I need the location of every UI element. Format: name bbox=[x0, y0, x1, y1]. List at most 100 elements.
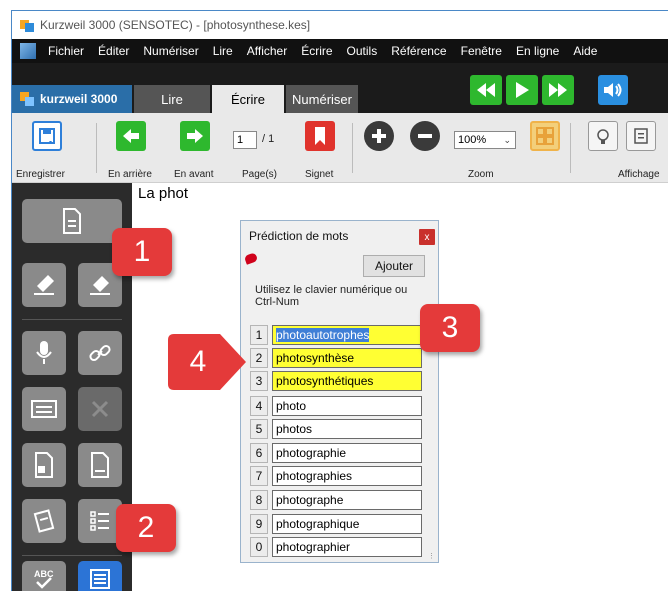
microphone-button[interactable] bbox=[22, 331, 66, 375]
prediction-row[interactable]: 8 photographe bbox=[250, 490, 422, 510]
prediction-row[interactable]: 9 photographique bbox=[250, 514, 422, 534]
prediction-word[interactable]: photographique bbox=[272, 514, 422, 534]
highlighter-button[interactable] bbox=[22, 263, 66, 307]
prediction-row[interactable]: 7 photographies bbox=[250, 466, 422, 486]
bookmark-icon bbox=[315, 127, 325, 145]
highlighter-icon bbox=[34, 275, 54, 295]
play-button[interactable] bbox=[506, 75, 538, 105]
document-text[interactable]: La phot bbox=[138, 185, 188, 202]
tab-ecrire[interactable]: Écrire bbox=[212, 85, 284, 113]
prediction-word[interactable]: photographe bbox=[272, 490, 422, 510]
prediction-number[interactable]: 9 bbox=[250, 514, 268, 534]
menu-lire[interactable]: Lire bbox=[213, 44, 233, 58]
close-button[interactable]: x bbox=[419, 229, 435, 245]
add-button[interactable]: Ajouter bbox=[363, 255, 425, 277]
word-prediction-icon bbox=[90, 569, 110, 589]
speech-bubble-icon[interactable] bbox=[243, 252, 259, 265]
word-prediction-button[interactable] bbox=[78, 561, 122, 591]
arrow-right-icon bbox=[187, 129, 203, 143]
speaker-icon bbox=[604, 83, 622, 97]
prediction-word[interactable]: photographie bbox=[272, 443, 422, 463]
prediction-word[interactable]: photosynthèse bbox=[272, 348, 422, 368]
prediction-word[interactable]: photoautotrophes bbox=[272, 325, 422, 345]
prediction-number[interactable]: 7 bbox=[250, 466, 268, 486]
page-total: / 1 bbox=[262, 133, 275, 145]
prediction-row[interactable]: 3 photosynthétiques bbox=[250, 371, 422, 391]
menu-fichier[interactable]: Fichier bbox=[48, 44, 84, 58]
forward-button[interactable] bbox=[180, 121, 210, 151]
blank-document-button[interactable] bbox=[78, 443, 122, 487]
zoom-out-button[interactable] bbox=[410, 121, 440, 151]
prediction-word[interactable]: photo bbox=[272, 396, 422, 416]
bookmark-button[interactable] bbox=[305, 121, 335, 151]
zoom-select[interactable]: 100% ⌄ bbox=[454, 131, 516, 149]
display-button[interactable] bbox=[626, 121, 656, 151]
prediction-number[interactable]: 6 bbox=[250, 443, 268, 463]
prediction-row[interactable]: 0 photographier bbox=[250, 537, 422, 557]
menu-aide[interactable]: Aide bbox=[573, 44, 597, 58]
bookmark-label: Signet bbox=[305, 169, 334, 180]
prediction-number[interactable]: 1 bbox=[250, 325, 268, 345]
lightbulb-icon bbox=[597, 129, 609, 144]
link-button[interactable] bbox=[78, 331, 122, 375]
prediction-word[interactable]: photographies bbox=[272, 466, 422, 486]
zoom-in-button[interactable] bbox=[364, 121, 394, 151]
tab-lire[interactable]: Lire bbox=[134, 85, 210, 113]
document-convert-button[interactable] bbox=[22, 443, 66, 487]
rewind-icon bbox=[477, 83, 495, 97]
document-icon bbox=[63, 208, 81, 234]
menu-ecrire[interactable]: Écrire bbox=[301, 44, 332, 58]
prediction-number[interactable]: 4 bbox=[250, 396, 268, 416]
forward-label: En avant bbox=[174, 169, 214, 180]
prediction-row[interactable]: 5 photos bbox=[250, 419, 422, 439]
keyboard-button[interactable] bbox=[22, 387, 66, 431]
kurzweil-app-icon bbox=[20, 18, 34, 32]
save-button[interactable] bbox=[32, 121, 62, 151]
prediction-word[interactable]: photosynthétiques bbox=[272, 371, 422, 391]
document-icon[interactable] bbox=[20, 43, 36, 59]
menu-outils[interactable]: Outils bbox=[347, 44, 378, 58]
link-icon bbox=[89, 344, 111, 362]
callout-2: 2 bbox=[116, 504, 176, 552]
display-icon bbox=[634, 128, 648, 144]
delete-button[interactable] bbox=[78, 387, 122, 431]
prediction-number[interactable]: 2 bbox=[250, 348, 268, 368]
menu-numeriser[interactable]: Numériser bbox=[143, 44, 198, 58]
tab-numeriser[interactable]: Numériser bbox=[286, 85, 358, 113]
prediction-row[interactable]: 4 photo bbox=[250, 396, 422, 416]
dialog-title: Prédiction de mots bbox=[249, 229, 349, 243]
prediction-row[interactable]: 1 photoautotrophes bbox=[250, 325, 422, 345]
checklist-icon bbox=[90, 511, 109, 531]
menu-fenetre[interactable]: Fenêtre bbox=[461, 44, 502, 58]
menu-en-ligne[interactable]: En ligne bbox=[516, 44, 559, 58]
resize-grip-icon[interactable]: ⋮ bbox=[428, 552, 436, 560]
spell-check-button[interactable]: ABC bbox=[22, 561, 66, 591]
minus-icon bbox=[418, 134, 432, 138]
back-button[interactable] bbox=[116, 121, 146, 151]
prediction-number[interactable]: 8 bbox=[250, 490, 268, 510]
prediction-number[interactable]: 0 bbox=[250, 537, 268, 557]
speaker-button[interactable] bbox=[598, 75, 628, 105]
rewind-button[interactable] bbox=[470, 75, 502, 105]
prediction-number[interactable]: 3 bbox=[250, 371, 268, 391]
prediction-word[interactable]: photographier bbox=[272, 537, 422, 557]
display-label: Affichage bbox=[618, 169, 660, 180]
prediction-number[interactable]: 5 bbox=[250, 419, 268, 439]
menu-reference[interactable]: Référence bbox=[391, 44, 446, 58]
document-tool-button[interactable] bbox=[22, 199, 122, 243]
prediction-row[interactable]: 2 photosynthèse bbox=[250, 348, 422, 368]
notes-icon bbox=[33, 509, 55, 533]
menu-afficher[interactable]: Afficher bbox=[247, 44, 287, 58]
fast-forward-button[interactable] bbox=[542, 75, 574, 105]
callout-4: 4 bbox=[189, 345, 207, 378]
menu-editer[interactable]: Éditer bbox=[98, 44, 129, 58]
lightbulb-button[interactable] bbox=[588, 121, 618, 151]
prediction-word[interactable]: photos bbox=[272, 419, 422, 439]
page-number-input[interactable]: 1 bbox=[233, 131, 257, 149]
notes-button[interactable] bbox=[22, 499, 66, 543]
arrow-left-icon bbox=[123, 129, 139, 143]
page-layout-button[interactable] bbox=[530, 121, 560, 151]
prediction-row[interactable]: 6 photographie bbox=[250, 443, 422, 463]
grid-icon bbox=[536, 127, 554, 145]
selected-word: photoautotrophes bbox=[276, 328, 370, 342]
